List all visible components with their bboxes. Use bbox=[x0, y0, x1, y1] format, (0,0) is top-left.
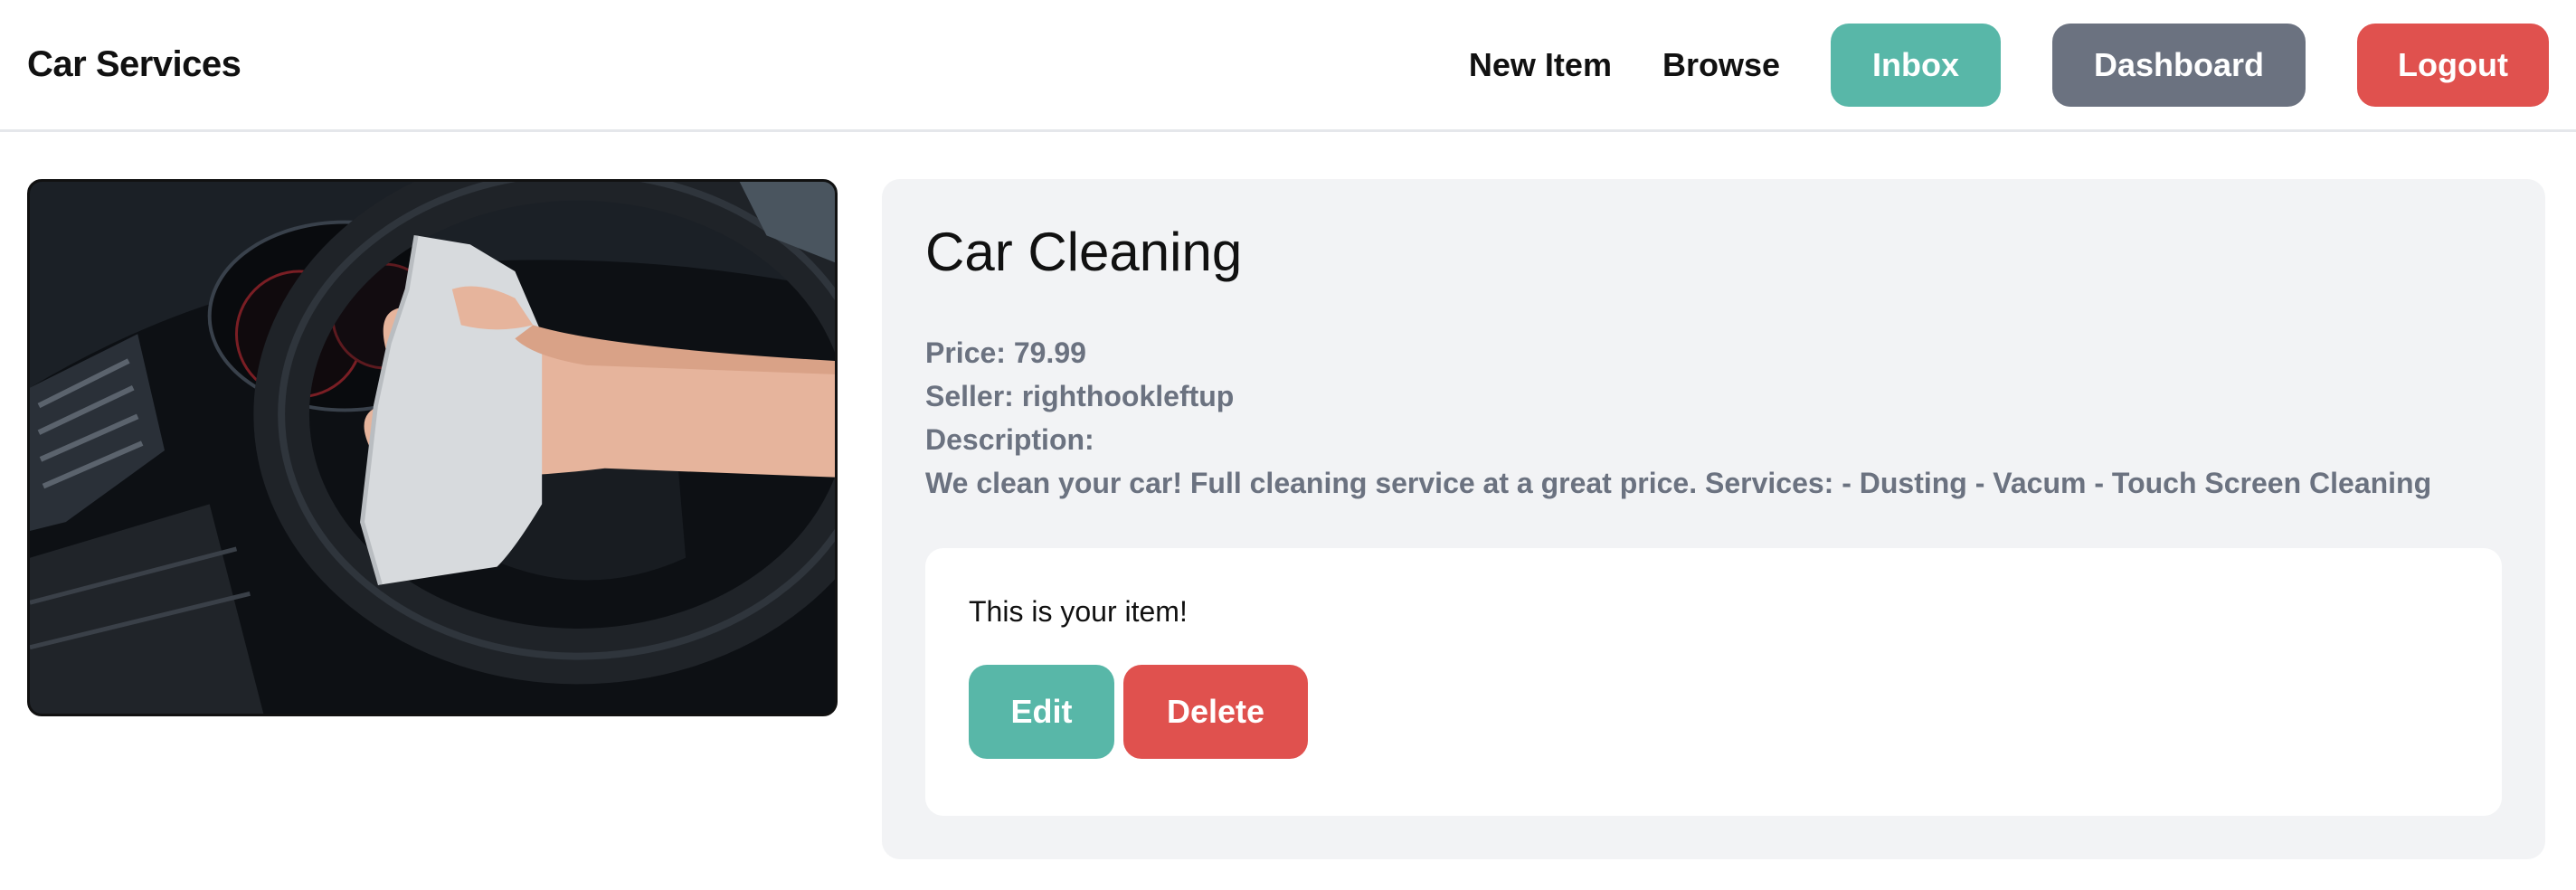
item-page: Car Cleaning Price: 79.99 Seller: righth… bbox=[0, 132, 2576, 890]
item-details-card: Car Cleaning Price: 79.99 Seller: righth… bbox=[882, 179, 2545, 859]
navbar: Car Services New Item Browse Inbox Dashb… bbox=[0, 0, 2576, 132]
logout-button[interactable]: Logout bbox=[2357, 23, 2549, 107]
item-actions: Edit Delete bbox=[969, 665, 2458, 759]
delete-button[interactable]: Delete bbox=[1123, 665, 1308, 759]
car-cleaning-photo bbox=[30, 182, 835, 714]
edit-button[interactable]: Edit bbox=[969, 665, 1114, 759]
dashboard-button[interactable]: Dashboard bbox=[2052, 23, 2306, 107]
nav-link-new-item[interactable]: New Item bbox=[1469, 46, 1612, 84]
item-seller: Seller: righthookleftup bbox=[925, 380, 1235, 412]
item-title: Car Cleaning bbox=[925, 222, 1243, 282]
item-price: Price: 79.99 bbox=[925, 336, 1086, 369]
owner-actions-panel: This is your item! Edit Delete bbox=[925, 548, 2502, 816]
owner-note: This is your item! bbox=[969, 595, 1188, 628]
item-photo bbox=[27, 179, 838, 716]
brand-title[interactable]: Car Services bbox=[27, 44, 242, 85]
item-description: We clean your car! Full cleaning service… bbox=[925, 467, 2432, 499]
item-meta: Price: 79.99 Seller: righthookleftup Des… bbox=[925, 331, 2502, 505]
nav-link-browse[interactable]: Browse bbox=[1662, 46, 1780, 84]
inbox-button[interactable]: Inbox bbox=[1831, 23, 2001, 107]
nav-menu: New Item Browse Inbox Dashboard Logout bbox=[1469, 23, 2549, 107]
item-description-label: Description: bbox=[925, 423, 1094, 456]
